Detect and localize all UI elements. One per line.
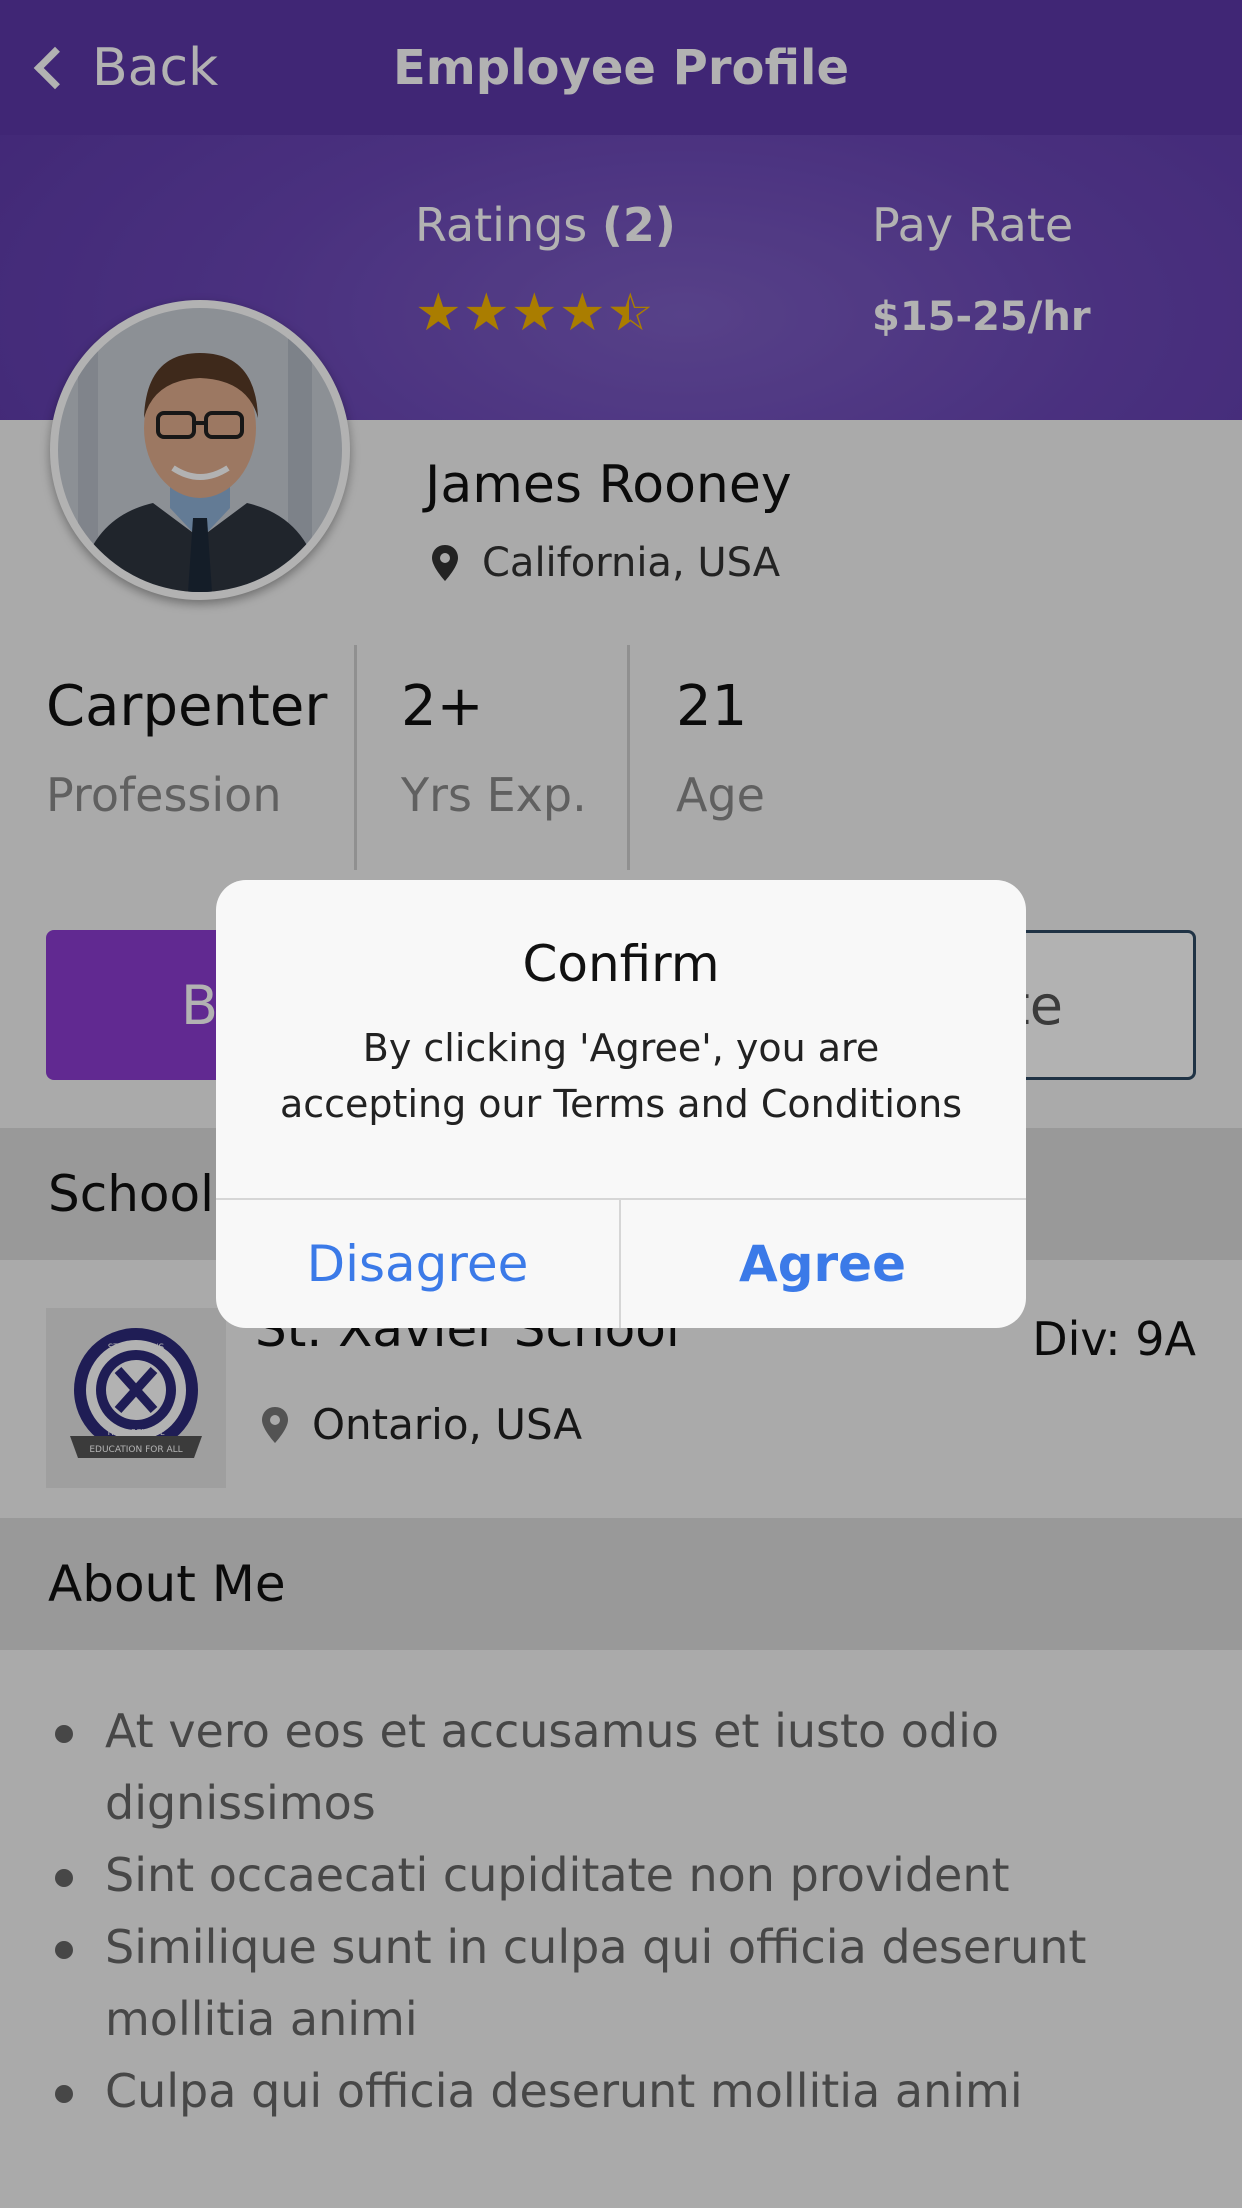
agree-button[interactable]: Agree bbox=[621, 1200, 1024, 1328]
dialog-message: By clicking 'Agree', you are accepting o… bbox=[279, 1026, 963, 1126]
dialog-title: Confirm bbox=[522, 935, 720, 993]
disagree-button[interactable]: Disagree bbox=[216, 1200, 619, 1328]
confirm-dialog: Confirm By clicking 'Agree', you are acc… bbox=[216, 880, 1026, 1328]
